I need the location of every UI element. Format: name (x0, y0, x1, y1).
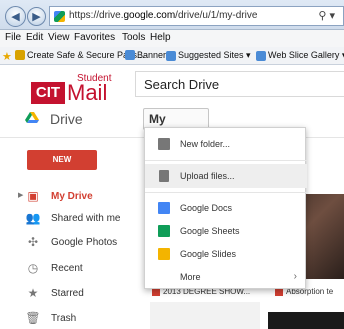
menu-favorites[interactable]: Favorites (74, 32, 115, 43)
menu-edit[interactable]: Edit (26, 32, 43, 43)
back-arrow-icon: ◀ (11, 11, 20, 23)
drive-logo-icon (25, 112, 39, 123)
star-icon: ★ (27, 286, 39, 300)
google-slides-icon (158, 248, 170, 260)
page-icon (166, 50, 176, 61)
menu-item-upload-files[interactable]: Upload files... (145, 164, 307, 188)
menu-divider (145, 160, 307, 161)
menu-item-google-slides[interactable]: Google Slides (145, 242, 307, 266)
browser-menubar: File Edit View Favorites Tools Help (0, 30, 344, 47)
favorites-bar: ★ Create Safe & Secure Pass... Banner Su… (0, 47, 344, 65)
expand-arrow-icon[interactable]: ▶ (18, 191, 23, 199)
cit-student-mail-logo[interactable]: Student CIT Mail (31, 73, 125, 105)
address-search-icon[interactable]: ⚲ ▾ (318, 9, 335, 22)
file-thumbnail[interactable] (268, 312, 344, 329)
address-bar[interactable]: https://drive.google.com/drive/u/1/my-dr… (49, 6, 344, 26)
address-url: https://drive.google.com/drive/u/1/my-dr… (69, 10, 258, 21)
menu-tools[interactable]: Tools (122, 32, 145, 43)
sidebar-item-trash[interactable]: 🗑 Trash (0, 307, 135, 329)
chevron-right-icon: › (293, 271, 297, 282)
clock-icon: ◷ (27, 261, 39, 275)
drive-title: Drive (50, 111, 83, 127)
page-icon (125, 50, 135, 60)
sidebar-item-my-drive[interactable]: ▶ ▣ My Drive (0, 185, 135, 207)
forward-button[interactable]: ▶ (27, 7, 46, 26)
favorite-web-slice-gallery[interactable]: Web Slice Gallery ▾ (256, 50, 344, 61)
pinwheel-icon: ✣ (27, 235, 39, 249)
favorite-banner[interactable]: Banner (125, 50, 166, 60)
new-button[interactable]: NEW (27, 150, 97, 170)
menu-file[interactable]: File (5, 32, 21, 43)
menu-item-new-folder[interactable]: New folder... (145, 132, 307, 156)
google-docs-icon (158, 202, 170, 214)
menu-item-google-docs[interactable]: Google Docs (145, 196, 307, 220)
trash-icon: 🗑 (25, 311, 41, 325)
people-icon: 👥 (25, 211, 41, 225)
favorite-suggested-sites[interactable]: Suggested Sites ▾ (166, 50, 251, 61)
folder-icon: ▣ (27, 189, 39, 203)
favorites-star-icon[interactable]: ★ (2, 50, 12, 63)
sidebar-item-shared-with-me[interactable]: 👥 Shared with me (0, 207, 135, 229)
menu-divider (145, 192, 307, 193)
menu-item-google-sheets[interactable]: Google Sheets (145, 219, 307, 243)
new-folder-icon (158, 138, 170, 150)
my-drive-dropdown-menu: New folder... Upload files... Google Doc… (144, 127, 307, 289)
drive-favicon-icon (54, 11, 65, 22)
upload-files-icon (159, 170, 169, 182)
sidebar-item-recent[interactable]: ◷ Recent (0, 257, 135, 279)
menu-help[interactable]: Help (150, 32, 171, 43)
sidebar-item-google-photos[interactable]: ✣ Google Photos (0, 231, 135, 253)
forward-arrow-icon: ▶ (32, 11, 41, 23)
browser-titlebar: ◀ ▶ https://drive.google.com/drive/u/1/m… (0, 0, 344, 30)
back-button[interactable]: ◀ (5, 6, 26, 27)
shield-icon (15, 50, 25, 60)
page-icon (256, 50, 266, 61)
search-drive-input[interactable]: Search Drive (135, 71, 344, 97)
google-sheets-icon (158, 225, 170, 237)
sidebar-item-starred[interactable]: ★ Starred (0, 282, 135, 304)
menu-item-more[interactable]: More › (145, 265, 307, 289)
file-card[interactable] (150, 302, 260, 329)
menu-view[interactable]: View (48, 32, 70, 43)
